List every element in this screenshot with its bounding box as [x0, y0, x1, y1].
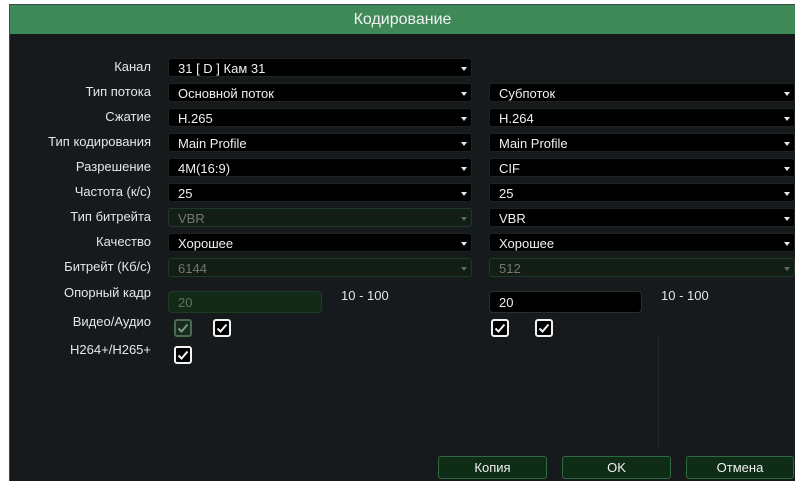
label-h264plus: H264+/H265+: [70, 342, 151, 357]
sub-stream-type-value: Субпоток: [499, 86, 556, 101]
check-icon: [494, 323, 506, 333]
label-video-audio: Видео/Аудио: [72, 314, 151, 329]
label-frame-rate: Частота (к/с): [74, 184, 151, 199]
sub-encoding-type-select[interactable]: Main Profile: [489, 133, 795, 152]
h264plus-checkbox[interactable]: [174, 346, 192, 364]
chevron-down-icon: [461, 92, 467, 96]
main-resolution-select[interactable]: 4M(16:9): [168, 158, 472, 177]
sub-key-frame-range: 10 - 100: [661, 288, 709, 303]
chevron-down-icon: [784, 92, 790, 96]
label-stream-type: Тип потока: [85, 84, 151, 99]
label-compression: Сжатие: [105, 109, 151, 124]
main-encoding-type-select[interactable]: Main Profile: [168, 133, 472, 152]
main-audio-checkbox[interactable]: [213, 319, 231, 337]
chevron-down-icon: [784, 167, 790, 171]
label-encoding-type: Тип кодирования: [48, 134, 151, 149]
label-quality: Качество: [96, 234, 151, 249]
sub-bitrate-value: 512: [499, 261, 521, 276]
divider: [658, 335, 659, 450]
check-icon: [216, 323, 228, 333]
chevron-down-icon: [461, 242, 467, 246]
chevron-down-icon: [784, 242, 790, 246]
check-icon: [538, 323, 550, 333]
main-encoding-type-value: Main Profile: [178, 136, 247, 151]
main-video-checkbox: [174, 319, 192, 337]
label-resolution: Разрешение: [75, 159, 151, 174]
main-bitrate-select: 6144: [168, 258, 472, 277]
sub-resolution-value: CIF: [499, 161, 520, 176]
sub-compression-select[interactable]: H.264: [489, 108, 795, 127]
check-icon: [177, 350, 189, 360]
encoding-dialog: Кодирование Канал Тип потока Сжатие Тип …: [9, 4, 795, 481]
sub-bitrate-select: 512: [489, 258, 795, 277]
sub-frame-rate-select[interactable]: 25: [489, 183, 795, 202]
chevron-down-icon: [461, 192, 467, 196]
main-quality-value: Хорошее: [178, 236, 234, 251]
ok-button[interactable]: OK: [562, 456, 671, 479]
sub-resolution-select[interactable]: CIF: [489, 158, 795, 177]
label-key-frame: Опорный кадр: [63, 285, 151, 300]
chevron-down-icon: [461, 217, 467, 221]
chevron-down-icon: [461, 117, 467, 121]
main-bitrate-type-value: VBR: [178, 211, 205, 226]
sub-bitrate-type-select[interactable]: VBR: [489, 208, 795, 227]
main-resolution-value: 4M(16:9): [178, 161, 231, 176]
chevron-down-icon: [461, 142, 467, 146]
main-compression-select[interactable]: H.265: [168, 108, 472, 127]
label-channel: Канал: [114, 59, 151, 74]
chevron-down-icon: [461, 67, 467, 71]
chevron-down-icon: [784, 117, 790, 121]
chevron-down-icon: [784, 267, 790, 271]
sub-frame-rate-value: 25: [499, 186, 514, 201]
chevron-down-icon: [461, 267, 467, 271]
channel-select-value: 31 [ D ] Кам 31: [178, 61, 266, 76]
sub-video-checkbox[interactable]: [491, 319, 509, 337]
main-frame-rate-value: 25: [178, 186, 193, 201]
dialog-title: Кодирование: [10, 5, 795, 34]
sub-encoding-type-value: Main Profile: [499, 136, 568, 151]
main-stream-type-select[interactable]: Основной поток: [168, 83, 472, 102]
main-bitrate-type-select: VBR: [168, 208, 472, 227]
main-stream-type-value: Основной поток: [178, 86, 274, 101]
chevron-down-icon: [461, 167, 467, 171]
sub-compression-value: H.264: [499, 111, 534, 126]
sub-stream-type-select[interactable]: Субпоток: [489, 83, 795, 102]
main-bitrate-value: 6144: [178, 261, 207, 276]
check-icon: [177, 323, 189, 333]
channel-select[interactable]: 31 [ D ] Кам 31: [168, 58, 472, 77]
sub-audio-checkbox[interactable]: [535, 319, 553, 337]
copy-button[interactable]: Копия: [438, 456, 547, 479]
main-key-frame-range: 10 - 100: [341, 288, 389, 303]
main-compression-value: H.265: [178, 111, 213, 126]
chevron-down-icon: [784, 192, 790, 196]
label-bitrate-type: Тип битрейта: [70, 209, 151, 224]
cancel-button[interactable]: Отмена: [686, 456, 794, 479]
main-key-frame-input: 20: [168, 291, 322, 313]
sub-bitrate-type-value: VBR: [499, 211, 526, 226]
main-quality-select[interactable]: Хорошее: [168, 233, 472, 252]
chevron-down-icon: [784, 142, 790, 146]
sub-quality-value: Хорошее: [499, 236, 555, 251]
chevron-down-icon: [784, 217, 790, 221]
sub-quality-select[interactable]: Хорошее: [489, 233, 795, 252]
sub-key-frame-input[interactable]: 20: [489, 291, 642, 313]
label-bitrate: Битрейт (Кб/с): [64, 259, 151, 274]
main-frame-rate-select[interactable]: 25: [168, 183, 472, 202]
